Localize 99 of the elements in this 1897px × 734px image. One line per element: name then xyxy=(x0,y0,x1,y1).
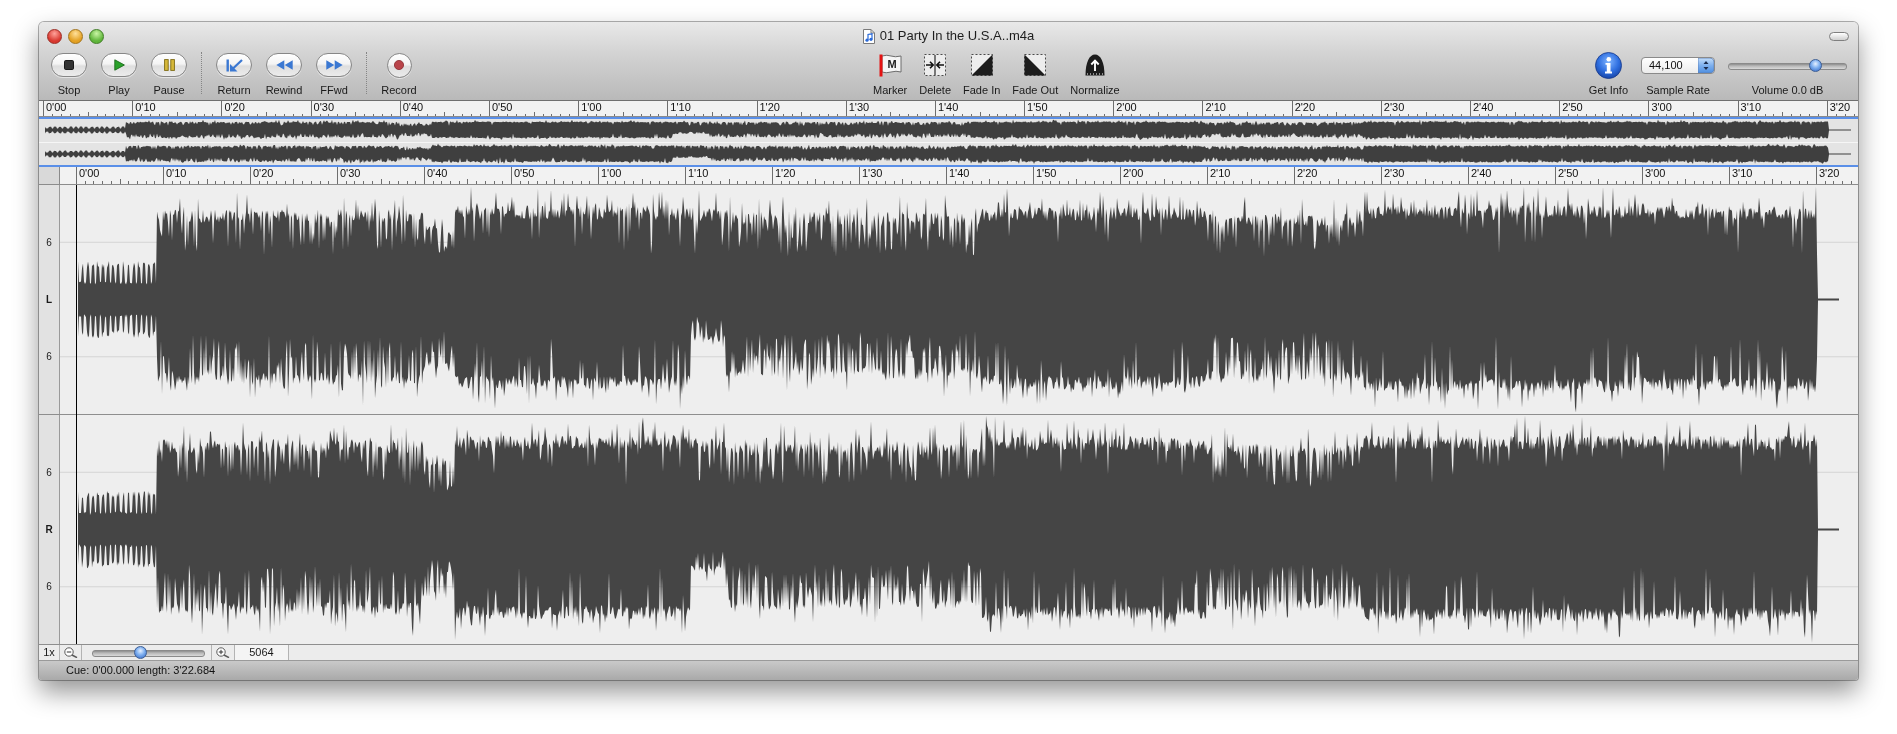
delete-button[interactable]: Delete xyxy=(914,51,957,97)
ruler-label: 1'30 xyxy=(862,168,883,178)
ruler-label: 0'00 xyxy=(46,102,67,112)
ruler-label: 2'30 xyxy=(1383,102,1405,112)
button-label: Record xyxy=(381,84,417,97)
ruler-label: 1'50 xyxy=(1027,102,1048,112)
button-label: FFwd xyxy=(320,84,348,97)
zoom-button[interactable] xyxy=(89,28,104,44)
channel-label: R xyxy=(45,523,53,536)
ruler-label: 1'40 xyxy=(937,102,959,112)
music-file-icon xyxy=(862,28,875,44)
ruler-label: 2'20 xyxy=(1297,168,1318,178)
button-label: Play xyxy=(108,84,130,97)
corner-arrow-icon xyxy=(225,58,243,72)
button-label: Return xyxy=(217,84,251,97)
ruler-label: 0'40 xyxy=(402,102,424,112)
zoom-in-icon xyxy=(216,647,230,658)
slider-thumb[interactable] xyxy=(134,646,147,659)
ruler-label: 3'20 xyxy=(1829,102,1851,112)
stepper-arrows-icon xyxy=(1698,57,1714,73)
ruler-label: 0'50 xyxy=(491,102,513,112)
ruler-label: 3'20 xyxy=(1819,168,1840,178)
toolbar-toggle-button[interactable] xyxy=(1829,31,1849,41)
normalize-button[interactable]: Normalize xyxy=(1065,51,1125,97)
ruler-label: 3'00 xyxy=(1645,168,1666,178)
ruler-label: 0'30 xyxy=(340,168,361,178)
ruler-label: 3'10 xyxy=(1732,168,1753,178)
record-button[interactable] xyxy=(386,52,412,78)
record-icon xyxy=(394,60,404,70)
rewind-icon xyxy=(275,60,293,70)
ruler-label: 1'10 xyxy=(688,168,709,178)
stop-button[interactable] xyxy=(51,53,87,77)
button-label: Pause xyxy=(153,84,185,97)
sample-rate-select[interactable]: 44,100 xyxy=(1641,56,1715,74)
return-button[interactable] xyxy=(216,53,252,77)
ruler-label: 1'00 xyxy=(581,102,602,112)
scale-label: 6 xyxy=(46,580,52,593)
ruler-label: 3'00 xyxy=(1651,102,1672,112)
volume-label: Volume 0.0 dB xyxy=(1751,84,1824,97)
get-info-button[interactable]: Get Info xyxy=(1581,51,1635,97)
dome-arrow-icon xyxy=(1082,53,1107,77)
ruler-label: 1'00 xyxy=(601,168,622,178)
pause-button[interactable] xyxy=(151,53,187,77)
scale-label: 6 xyxy=(46,236,52,249)
zoom-value-field[interactable]: 5064 xyxy=(235,645,289,660)
ruler-label: 1'40 xyxy=(949,168,970,178)
marker-button[interactable]: M Marker xyxy=(868,51,913,97)
info-icon xyxy=(1594,51,1622,79)
field-label: Sample Rate xyxy=(1646,84,1710,97)
window-title: 01 Party In the U.S.A..m4a xyxy=(879,28,1035,44)
scale-label: 6 xyxy=(46,466,52,479)
volume-slider[interactable] xyxy=(1728,58,1847,72)
fast-forward-icon xyxy=(325,60,343,70)
ramp-up-icon xyxy=(969,53,994,77)
ruler-label: 2'10 xyxy=(1210,168,1231,178)
play-icon xyxy=(113,59,125,71)
ramp-down-icon xyxy=(1023,53,1048,77)
fast-forward-button[interactable] xyxy=(316,53,352,77)
ruler-label: 2'30 xyxy=(1384,168,1405,178)
ruler-label: 1'20 xyxy=(759,102,780,112)
ruler-label: 1'20 xyxy=(775,168,796,178)
zoom-out-icon xyxy=(63,647,78,658)
ruler-label: 2'00 xyxy=(1123,168,1144,178)
button-label: Stop xyxy=(57,84,81,97)
stop-icon xyxy=(64,60,74,70)
zoom-slider[interactable] xyxy=(92,646,205,659)
ruler-label: 2'00 xyxy=(1116,102,1137,112)
slider-thumb[interactable] xyxy=(1808,58,1822,72)
button-label: Rewind xyxy=(265,84,303,97)
ruler-label: 2'10 xyxy=(1205,102,1226,112)
ruler-label: 0'20 xyxy=(224,102,245,112)
minimize-button[interactable] xyxy=(68,28,83,44)
ruler-label: 0'10 xyxy=(166,168,187,178)
ruler-label: 3'10 xyxy=(1740,102,1761,112)
close-button[interactable] xyxy=(47,28,62,44)
ruler-label: 0'10 xyxy=(135,102,156,112)
ruler-label: 2'50 xyxy=(1558,168,1579,178)
play-button[interactable] xyxy=(101,53,137,77)
ruler-label: 0'20 xyxy=(253,168,274,178)
fade-in-button[interactable]: Fade In xyxy=(958,51,1006,97)
collapse-arrows-icon xyxy=(923,53,948,77)
ruler-label: 2'40 xyxy=(1471,168,1492,178)
fade-out-button[interactable]: Fade Out xyxy=(1007,51,1064,97)
ruler-label: 1'50 xyxy=(1036,168,1057,178)
ruler-label: 2'50 xyxy=(1562,102,1583,112)
scale-label: 6 xyxy=(46,350,52,363)
ruler-label: 0'40 xyxy=(427,168,448,178)
ruler-label: 2'20 xyxy=(1294,102,1316,112)
ruler-label: 0'00 xyxy=(79,168,100,178)
ruler-label: 1'30 xyxy=(848,102,870,112)
ruler-label: 2'40 xyxy=(1473,102,1494,112)
ruler-label: 0'30 xyxy=(313,102,334,112)
channel-label: L xyxy=(45,293,53,306)
ruler-label: 0'50 xyxy=(514,168,535,178)
rewind-button[interactable] xyxy=(266,53,302,77)
ruler-label: 1'10 xyxy=(670,102,691,112)
flag-icon: M xyxy=(878,53,903,77)
pause-icon xyxy=(163,59,175,71)
status-text: Cue: 0'00.000 length: 3'22.684 xyxy=(66,664,216,677)
